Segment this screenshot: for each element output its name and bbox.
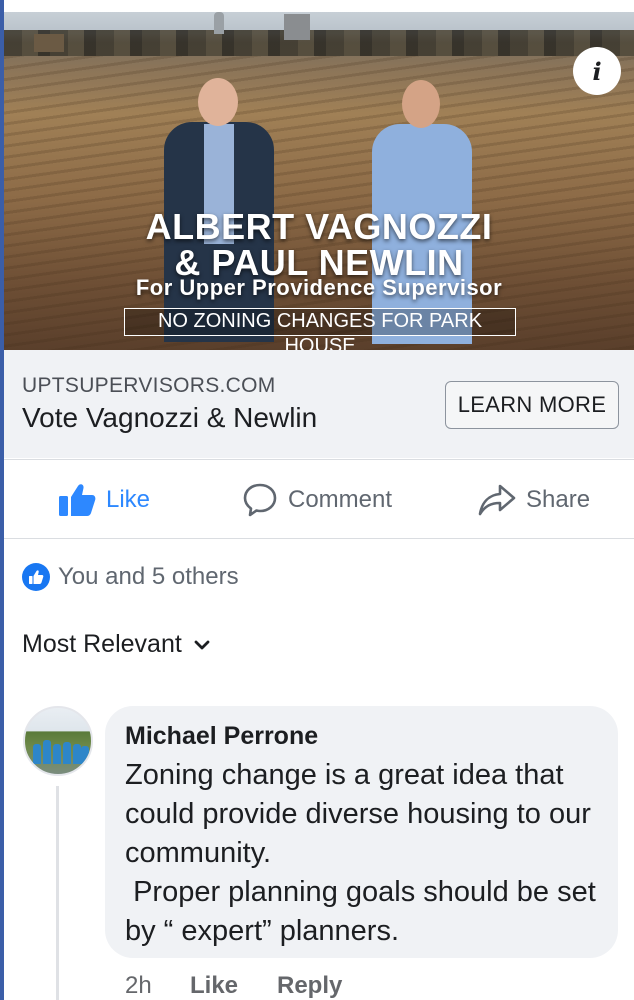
- link-domain: UPTSUPERVISORS.COM: [22, 374, 276, 397]
- avatar[interactable]: [23, 706, 93, 776]
- comment-bubble[interactable]: Michael Perrone Zoning change is a great…: [105, 706, 618, 958]
- ad-subtitle: For Upper Providence Supervisor: [135, 275, 503, 300]
- link-headline: Vote Vagnozzi & Newlin: [22, 402, 318, 433]
- share-icon: [478, 484, 516, 516]
- like-button[interactable]: Like: [58, 476, 150, 524]
- reactions-summary[interactable]: You and 5 others: [22, 561, 239, 593]
- comment-reply-button[interactable]: Reply: [277, 972, 342, 1000]
- ad-treeline: [4, 30, 634, 56]
- comment-label: Comment: [288, 486, 393, 513]
- ad-barn: [34, 34, 64, 52]
- thumbs-up-icon: [59, 484, 96, 516]
- ad-image[interactable]: ALBERT VAGNOZZI & PAUL NEWLIN For Upper …: [4, 12, 634, 350]
- ad-water-tower: [214, 12, 224, 34]
- ad-field: [4, 56, 634, 350]
- info-icon[interactable]: i: [573, 47, 621, 95]
- comment-icon: [243, 483, 277, 517]
- reactions-text: You and 5 others: [58, 563, 239, 590]
- comment-text: Zoning change is a great idea that could…: [125, 759, 596, 947]
- ad-tagline: NO ZONING CHANGES FOR PARK HOUSE: [124, 308, 516, 350]
- learn-more-button[interactable]: LEARN MORE: [445, 381, 619, 429]
- comment-timestamp[interactable]: 2h: [125, 972, 152, 1000]
- divider: [4, 459, 634, 460]
- sort-label: Most Relevant: [22, 630, 182, 658]
- share-button[interactable]: Share: [478, 476, 590, 524]
- comments-sort-dropdown[interactable]: Most Relevant: [22, 630, 210, 659]
- comment-thread-line: [56, 786, 59, 1000]
- chevron-down-icon: [194, 640, 210, 649]
- ad-building: [284, 14, 310, 40]
- like-reaction-icon: [22, 563, 50, 591]
- info-glyph: i: [592, 56, 602, 86]
- share-label: Share: [526, 486, 591, 513]
- comment-author[interactable]: Michael Perrone: [125, 722, 318, 751]
- comment-button[interactable]: Comment: [242, 476, 392, 524]
- link-preview[interactable]: UPTSUPERVISORS.COM Vote Vagnozzi & Newli…: [4, 350, 634, 458]
- divider: [4, 538, 634, 539]
- like-label: Like: [106, 486, 151, 513]
- comment-like-button[interactable]: Like: [190, 972, 238, 1000]
